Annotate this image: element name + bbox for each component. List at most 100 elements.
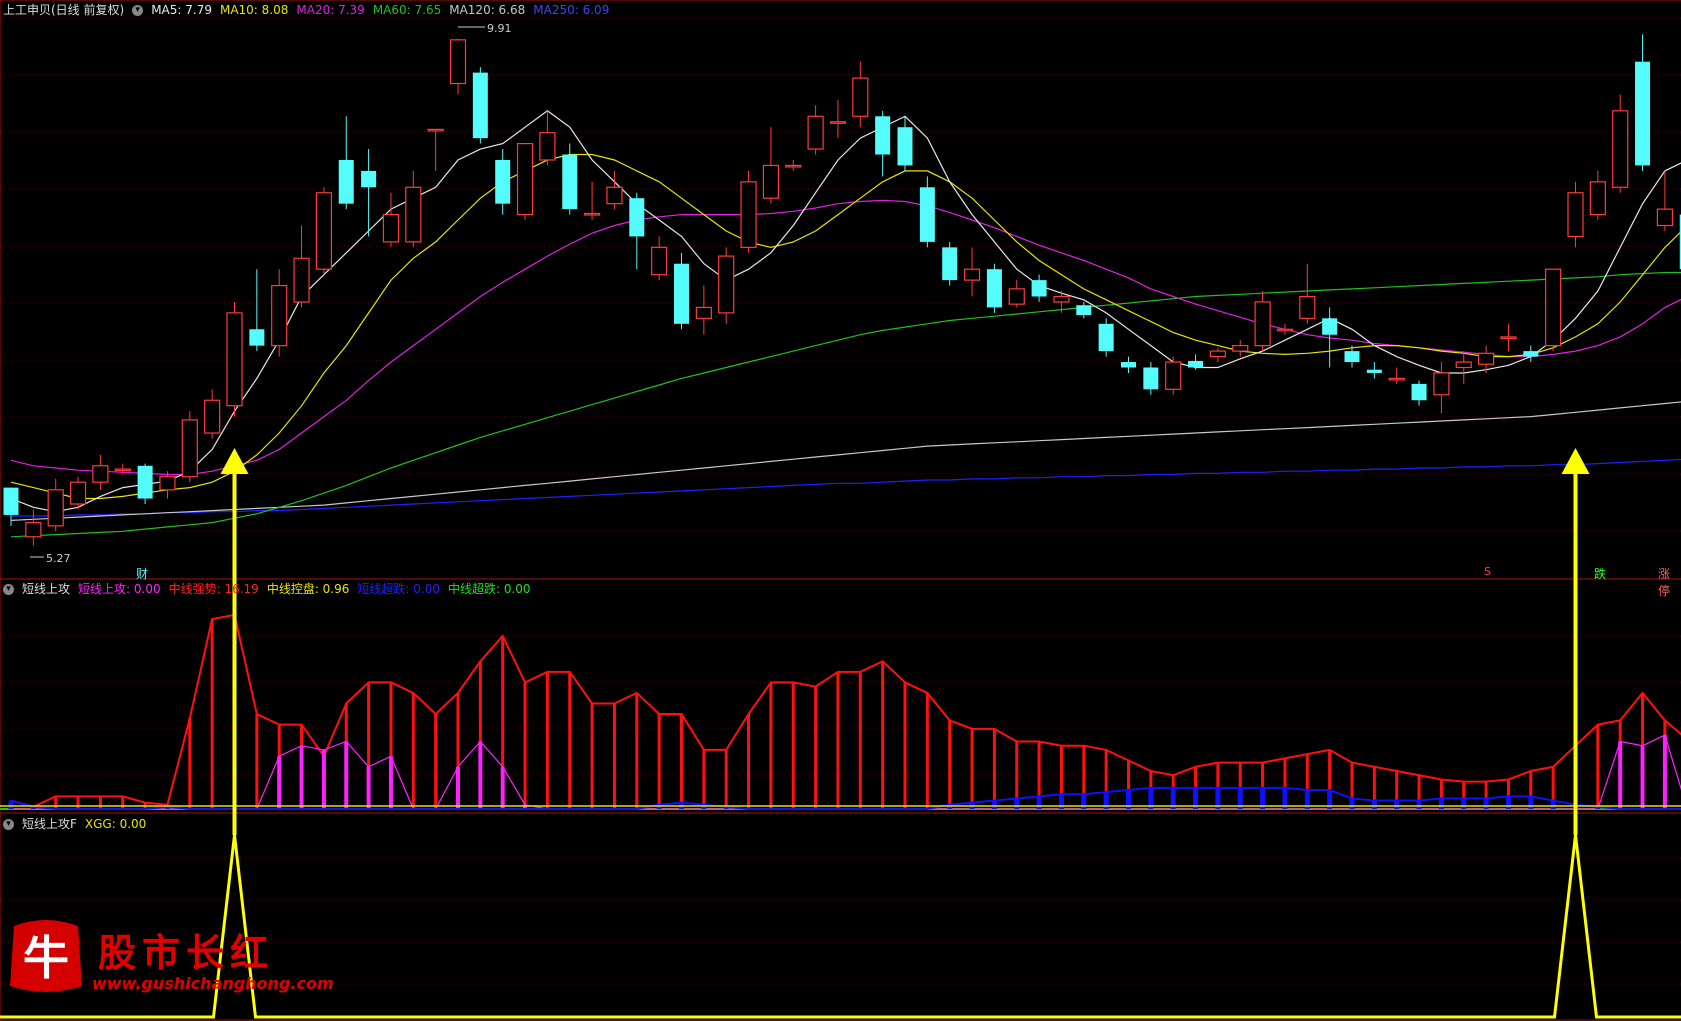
ma10-line bbox=[10, 153, 1681, 500]
watermark-url: www.gushichanghong.com bbox=[92, 974, 334, 993]
candle-body-up bbox=[204, 399, 221, 434]
candle-body-down bbox=[1188, 360, 1204, 368]
ma250-value: MA250: 6.09 bbox=[533, 3, 610, 17]
watermark: 牛 股市长红 www.gushichanghong.com bbox=[6, 916, 334, 996]
candle-body-down bbox=[137, 465, 153, 499]
candle-body-up bbox=[1053, 295, 1070, 303]
candle-body-up bbox=[293, 257, 310, 303]
candle-body-down bbox=[629, 198, 645, 237]
candle-body-up bbox=[159, 476, 176, 491]
candle-body-down bbox=[338, 159, 354, 204]
indicator-v5: 中线超跌: 0.00 bbox=[447, 582, 531, 596]
candle-body-down bbox=[472, 72, 488, 139]
signal-name: 短线上攻F bbox=[22, 817, 77, 831]
candle-body-down bbox=[1366, 369, 1382, 373]
candle-body-down bbox=[1031, 280, 1047, 297]
stock-title: 上工申贝(日线 前复权) bbox=[3, 3, 125, 17]
ma250-line bbox=[11, 458, 1681, 517]
candle-body-up bbox=[762, 164, 780, 199]
ma10-value: MA10: 8.08 bbox=[219, 3, 289, 17]
high-price-label: 9.91 bbox=[487, 22, 512, 35]
candle-body-down bbox=[1523, 351, 1539, 357]
signal-arrow-head bbox=[220, 448, 249, 474]
settings-dropdown-icon[interactable]: ▾ bbox=[132, 4, 144, 16]
signal-header: ▾ 短线上攻F XGG: 0.00 bbox=[0, 815, 146, 833]
candle-body-down bbox=[1322, 318, 1338, 335]
signal-value: XGG: 0.00 bbox=[84, 817, 147, 831]
logo-char: 牛 bbox=[23, 931, 69, 985]
candle-body-down bbox=[3, 487, 19, 515]
ma5-line bbox=[10, 110, 1681, 513]
candle-body-down bbox=[1143, 367, 1159, 390]
indicator-v1: 短线上攻: 0.00 bbox=[78, 582, 161, 596]
candle-body-up bbox=[963, 268, 981, 281]
candle-body-up bbox=[695, 306, 712, 319]
candle-body-down bbox=[1076, 305, 1092, 316]
candle-body-up bbox=[1276, 328, 1294, 332]
main-chart-header: 上工申贝(日线 前复权) ▾ MA5: 7.79 MA10: 8.08 MA20… bbox=[0, 1, 609, 19]
candlesticks bbox=[3, 34, 1681, 546]
candle-body-up bbox=[651, 246, 668, 276]
indicator-dropdown-icon[interactable]: ▾ bbox=[3, 583, 14, 595]
candle-body-up bbox=[114, 468, 131, 472]
bull-logo-icon: 牛 bbox=[10, 920, 82, 992]
candle-body-up bbox=[47, 489, 64, 527]
candle-body-up bbox=[1165, 361, 1182, 390]
candle-body-up bbox=[315, 192, 332, 270]
candle-body-up bbox=[1612, 110, 1629, 188]
candle-body-up bbox=[1209, 350, 1227, 358]
candle-body-down bbox=[1411, 383, 1427, 401]
candle-body-up bbox=[226, 312, 243, 407]
marker-zhang: 涨停 bbox=[1658, 567, 1671, 598]
candle-body-up bbox=[740, 181, 757, 248]
candle-body-up bbox=[1008, 288, 1025, 305]
candle-body-down bbox=[361, 170, 377, 188]
candle-body-up bbox=[1500, 336, 1517, 340]
indicator-bars bbox=[0, 613, 1681, 810]
candle-body-up bbox=[271, 284, 288, 347]
candle-body-up bbox=[583, 212, 601, 216]
low-price-label: 5.27 bbox=[46, 552, 71, 565]
stock-chart: 9.91 5.27 bbox=[0, 0, 1681, 1021]
candle-body-up bbox=[606, 186, 623, 205]
signal-arrow-head bbox=[1561, 448, 1590, 474]
watermark-title: 股市长红 bbox=[98, 930, 275, 975]
price-labels: 9.91 5.27 bbox=[30, 22, 512, 565]
ma60-value: MA60: 7.65 bbox=[372, 3, 442, 17]
marker-die: 跌 bbox=[1594, 567, 1607, 581]
marker-s: S bbox=[1484, 565, 1491, 578]
candle-body-up bbox=[1299, 295, 1316, 319]
candle-body-up bbox=[829, 121, 847, 124]
ma60-line bbox=[10, 271, 1681, 538]
ma20-value: MA20: 7.39 bbox=[296, 3, 365, 17]
moving-average-lines bbox=[10, 110, 1681, 538]
candle-body-down bbox=[562, 154, 578, 210]
candle-body-down bbox=[1121, 362, 1136, 368]
indicator-name: 短线上攻 bbox=[22, 582, 71, 596]
candle-body-up bbox=[427, 128, 444, 132]
signal-dropdown-icon[interactable]: ▾ bbox=[3, 818, 14, 830]
candle-body-up bbox=[1388, 377, 1405, 381]
ma120-value: MA120: 6.68 bbox=[449, 3, 526, 17]
candle-body-down bbox=[986, 269, 1002, 308]
candle-body-down bbox=[919, 187, 935, 242]
candle-body-down bbox=[1635, 61, 1651, 166]
ma5-value: MA5: 7.79 bbox=[151, 3, 212, 17]
candle-body-down bbox=[495, 159, 511, 204]
candle-body-up bbox=[1433, 372, 1450, 396]
candle-body-up bbox=[1656, 208, 1674, 227]
candle-body-up bbox=[181, 419, 198, 478]
candle-body-up bbox=[785, 164, 802, 168]
candle-body-down bbox=[1098, 323, 1114, 352]
candle-body-up bbox=[1477, 352, 1495, 365]
indicator-v2: 中线强势: 16.19 bbox=[168, 582, 259, 596]
indicator-v4: 短线超跌: 0.00 bbox=[357, 582, 440, 596]
candle-body-up bbox=[382, 213, 400, 243]
candle-body-down bbox=[875, 116, 891, 155]
candle-body-down bbox=[674, 263, 689, 324]
candle-body-down bbox=[1344, 351, 1360, 363]
candle-body-up bbox=[1545, 268, 1562, 347]
candle-body-up bbox=[1589, 181, 1606, 216]
candle-body-up bbox=[69, 481, 87, 505]
candle-body-up bbox=[405, 186, 422, 243]
